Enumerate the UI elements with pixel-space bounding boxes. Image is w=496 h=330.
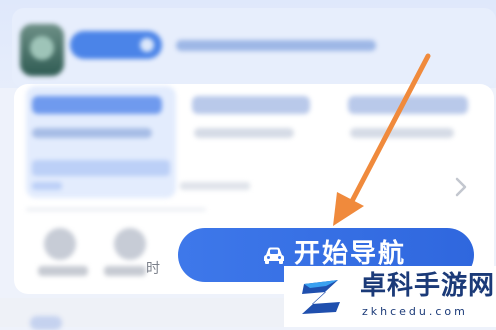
car-icon — [264, 247, 284, 264]
map-app-icon — [20, 24, 64, 76]
route-option-1-detail — [32, 128, 152, 138]
tool-label — [104, 266, 146, 276]
watermark: 卓科手游网 zkhcedu.com — [284, 266, 496, 327]
tool-label-suffix: 时 — [146, 261, 160, 277]
route-option-2-detail — [194, 128, 294, 138]
divider — [26, 208, 206, 211]
route-option-1-time — [32, 96, 162, 114]
tool-icon[interactable] — [114, 228, 146, 260]
weather-pill[interactable] — [70, 31, 162, 59]
tool-label — [38, 266, 88, 276]
route-option-1-tag-small — [32, 182, 62, 190]
watermark-logo-icon — [302, 280, 340, 314]
chevron-right-icon[interactable] — [452, 176, 470, 198]
banner-text — [176, 40, 376, 51]
route-option-2-tag — [180, 182, 250, 190]
route-option-3-detail — [350, 128, 454, 138]
route-option-1-tag — [32, 160, 170, 176]
route-option-3-time[interactable] — [348, 96, 468, 114]
watermark-title: 卓科手游网 — [360, 271, 496, 301]
route-option-2-time[interactable] — [192, 96, 310, 114]
tool-icon[interactable] — [44, 228, 76, 260]
watermark-url: zkhcedu.com — [362, 305, 468, 318]
bottom-indicator — [30, 316, 62, 330]
